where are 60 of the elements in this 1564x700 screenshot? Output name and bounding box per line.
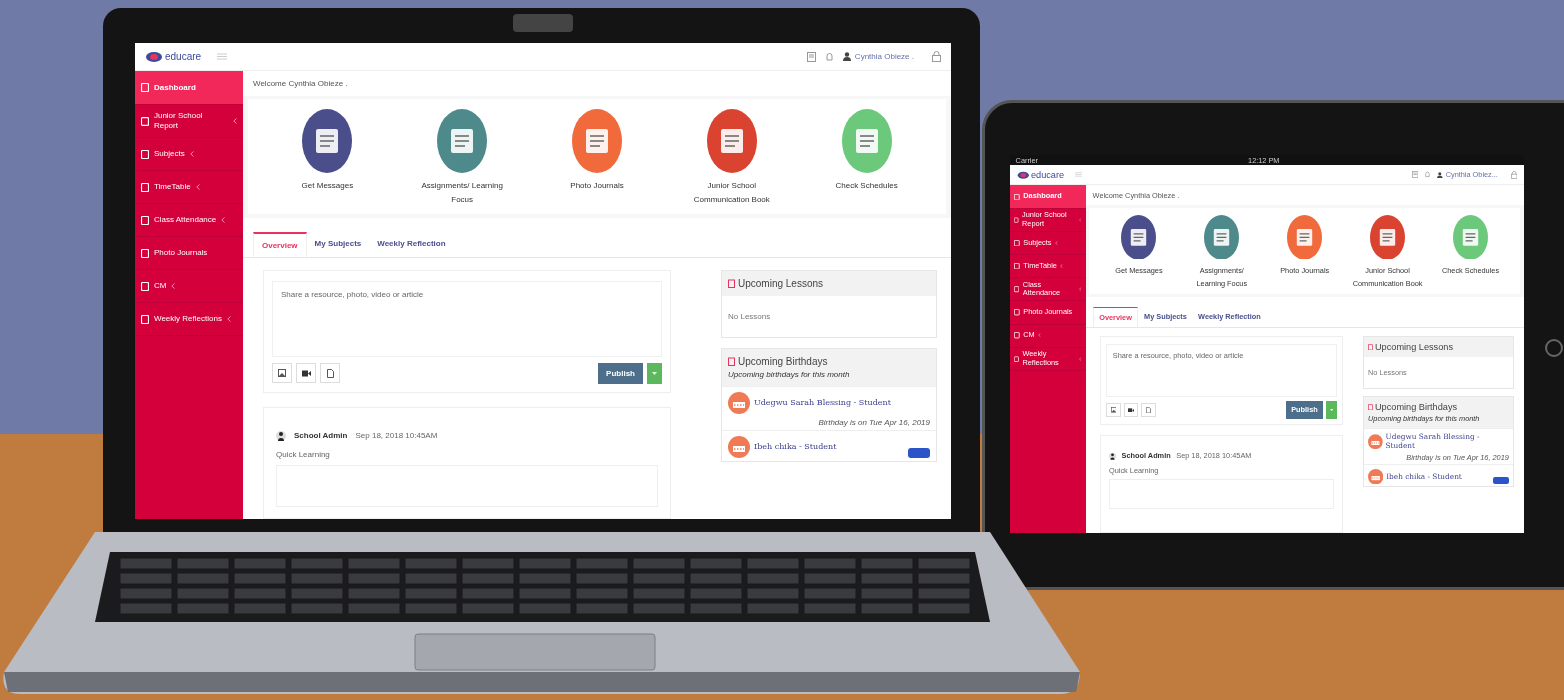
logo-text: educare: [165, 51, 202, 62]
video-camera-icon[interactable]: [296, 363, 316, 384]
chat-button[interactable]: [1493, 477, 1509, 485]
logo-icon: [145, 50, 163, 63]
user-icon: [1437, 171, 1443, 178]
caret-icon: [1079, 218, 1082, 223]
tab[interactable]: My Subjects: [306, 231, 370, 257]
cake-icon: [728, 391, 750, 414]
post-author: School Admin: [294, 431, 348, 441]
image-icon[interactable]: [1106, 402, 1121, 418]
caret-icon: [171, 283, 176, 289]
home-button-icon: [1545, 339, 1563, 357]
video-camera-icon[interactable]: [1123, 402, 1139, 418]
caret-icon: [189, 151, 194, 157]
tab[interactable]: Weekly Reflection: [369, 231, 454, 257]
caret-icon: [1329, 408, 1334, 412]
bell-icon[interactable]: [825, 51, 833, 62]
caret-icon: [226, 316, 231, 322]
camera-icon: [513, 14, 573, 32]
birthdays-title: Upcoming Birthdays: [1375, 401, 1458, 412]
user-avatar-icon: [276, 429, 286, 442]
empty-text: No Lessons: [727, 310, 772, 323]
birthdays-subtitle: Upcoming birthdays for this month: [728, 369, 851, 379]
logo-icon: [1017, 170, 1030, 179]
caret-icon: [195, 184, 200, 190]
post-text: Quick Learning: [276, 449, 331, 459]
menu-icon[interactable]: [217, 53, 228, 60]
tab[interactable]: Overview: [253, 231, 307, 257]
user-icon: [842, 52, 851, 61]
lessons-title: Upcoming Lessons: [1375, 341, 1453, 352]
shortcut-tile[interactable]: Get Messages: [260, 109, 395, 208]
welcome-text: Welcome Cynthia Obieze .: [243, 71, 951, 96]
cake-icon: [1368, 468, 1384, 485]
caret-icon: [233, 118, 237, 124]
note-icon[interactable]: [806, 51, 816, 62]
user-name-link[interactable]: Cynthia Obieze .: [854, 52, 914, 61]
caret-icon: [652, 371, 657, 375]
shortcut-tile[interactable]: Assignments/ Learning Focus: [394, 109, 530, 208]
caret-icon: [221, 217, 226, 223]
post-time: Sep 18, 2018 10:45AM: [355, 431, 438, 441]
image-icon[interactable]: [272, 363, 292, 384]
birthdays-title: Upcoming Birthdays: [738, 355, 828, 367]
cake-icon: [1368, 433, 1383, 450]
cake-icon: [728, 435, 750, 458]
shortcut-tile[interactable]: Junior School Communication Book: [664, 109, 800, 208]
lock-icon[interactable]: [932, 51, 941, 62]
shortcut-tile[interactable]: Check Schedules: [799, 109, 934, 208]
document-icon[interactable]: [320, 363, 340, 384]
chat-button[interactable]: [908, 447, 930, 458]
shortcut-tile[interactable]: Photo Journals: [529, 109, 665, 208]
dropdown-button[interactable]: [647, 362, 662, 384]
publish-button[interactable]: Publish: [598, 362, 643, 384]
user-avatar-icon: [1109, 451, 1116, 461]
logo-text: educare: [1031, 169, 1065, 180]
sidebar-item[interactable]: Dashboard: [135, 71, 243, 105]
birthday-date: Birthday is on Tue Apr 16, 2019: [817, 417, 930, 427]
lessons-title: Upcoming Lessons: [738, 277, 824, 289]
post-input-field[interactable]: Share a resource, photo, video or article: [272, 280, 662, 357]
birthday-name-link[interactable]: Ibeh chika - Student: [754, 442, 837, 452]
birthday-name-link[interactable]: Udegwu Sarah Blessing - Student: [754, 398, 891, 408]
